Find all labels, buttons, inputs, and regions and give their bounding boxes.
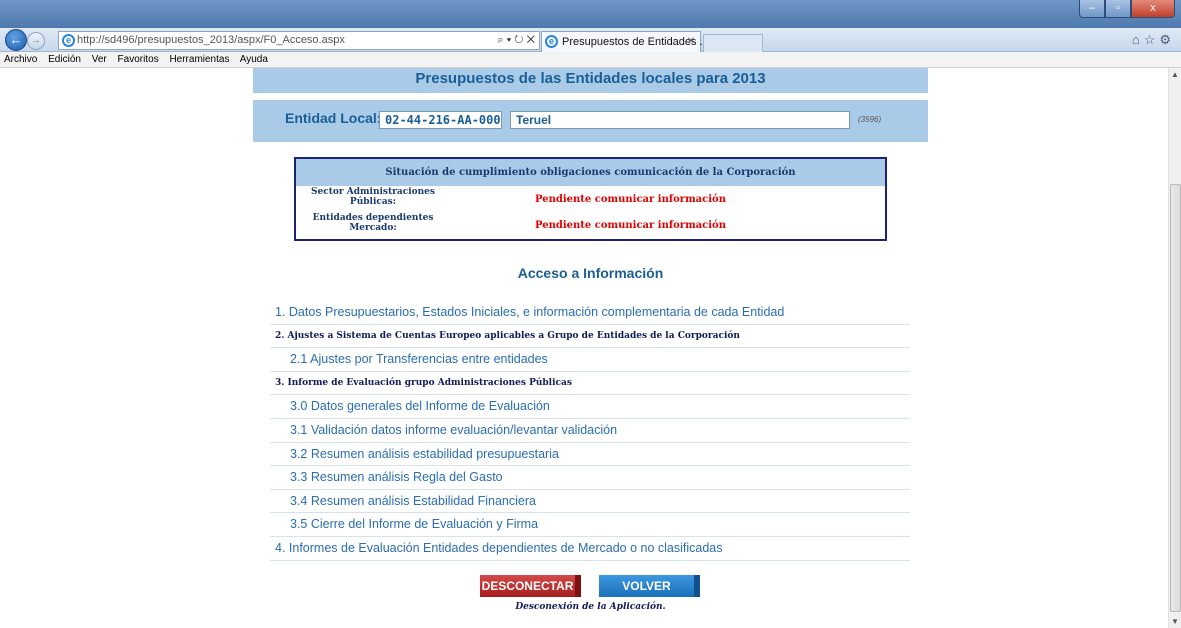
access-menu: 1. Datos Presupuestarios, Estados Inicia…: [270, 301, 910, 561]
navigation-bar: ← → e http://sd496/presupuestos_2013/asp…: [0, 28, 1181, 52]
ie-logo-icon: e: [62, 34, 75, 47]
star-icon[interactable]: ☆: [1144, 32, 1160, 47]
address-url: http://sd496/presupuestos_2013/aspx/F0_A…: [77, 34, 345, 46]
menu-item-3-4[interactable]: 3.4 Resumen análisis Estabilidad Financi…: [270, 490, 910, 514]
status-row: Sector Administraciones Públicas: Pendie…: [296, 186, 885, 212]
window-titlebar: – ▫ x: [0, 0, 1181, 28]
home-icon[interactable]: ⌂: [1132, 32, 1144, 47]
menu-item-3-5[interactable]: 3.5 Cierre del Informe de Evaluación y F…: [270, 513, 910, 537]
menu-item-3-3[interactable]: 3.3 Resumen análisis Regla del Gasto: [270, 466, 910, 490]
menu-item-3-2[interactable]: 3.2 Resumen análisis estabilidad presupu…: [270, 443, 910, 467]
section-heading-3: 3. Informe de Evaluación grupo Administr…: [270, 372, 910, 396]
menu-archivo[interactable]: Archivo: [4, 54, 37, 65]
menu-favoritos[interactable]: Favoritos: [118, 54, 159, 65]
menu-ver[interactable]: Ver: [92, 54, 107, 65]
scroll-down-icon[interactable]: ▼: [1171, 617, 1179, 626]
menu-item-3-1[interactable]: 3.1 Validación datos informe evaluación/…: [270, 419, 910, 443]
minimize-button[interactable]: –: [1079, 0, 1105, 18]
back-button[interactable]: VOLVER: [599, 575, 700, 597]
vertical-scrollbar[interactable]: ▲ ▼: [1168, 68, 1181, 628]
section-heading-2: 2. Ajustes a Sistema de Cuentas Europeo …: [270, 325, 910, 349]
status-value: Pendiente comunicar información: [535, 194, 726, 205]
status-label: Sector Administraciones Públicas:: [311, 187, 435, 207]
menu-item-3-0[interactable]: 3.0 Datos generales del Informe de Evalu…: [270, 395, 910, 419]
back-arrow-icon[interactable]: ←: [5, 29, 27, 51]
tab-close-icon[interactable]: ✕: [687, 32, 695, 52]
entity-label: Entidad Local:: [285, 110, 382, 126]
disconnect-button[interactable]: DESCONECTAR: [480, 575, 581, 597]
window-controls: – ▫ x: [1079, 0, 1175, 18]
entity-code-field: 02-44-216-AA-000: [379, 111, 502, 129]
entity-name-field: Teruel: [510, 111, 850, 129]
close-window-button[interactable]: x: [1131, 0, 1175, 18]
toolbar-icons: ⌂☆⚙: [1132, 32, 1175, 48]
scrollbar-thumb[interactable]: [1170, 184, 1181, 612]
address-bar[interactable]: e http://sd496/presupuestos_2013/aspx/F0…: [58, 31, 540, 50]
close-icon[interactable]: ✕: [527, 34, 535, 46]
menu-item-1[interactable]: 1. Datos Presupuestarios, Estados Inicia…: [270, 301, 910, 325]
menu-herramientas[interactable]: Herramientas: [169, 54, 229, 65]
menu-item-4[interactable]: 4. Informes de Evaluación Entidades depe…: [270, 537, 910, 561]
refresh-icon[interactable]: ↻: [514, 34, 523, 46]
maximize-button[interactable]: ▫: [1105, 0, 1131, 18]
section-title: Acceso a Información: [517, 265, 664, 281]
menu-ayuda[interactable]: Ayuda: [240, 54, 268, 65]
status-label: Entidades dependientes Mercado:: [312, 213, 434, 233]
status-header: Situación de cumplimiento obligaciones c…: [296, 159, 885, 186]
menu-item-2-1[interactable]: 2.1 Ajustes por Transferencias entre ent…: [270, 348, 910, 372]
page-title: Presupuestos de las Entidades locales pa…: [415, 70, 766, 87]
status-row: Entidades dependientes Mercado: Pendient…: [296, 212, 885, 238]
status-panel: Situación de cumplimiento obligaciones c…: [294, 157, 887, 241]
page-viewport: Presupuestos de las Entidades locales pa…: [0, 68, 1168, 628]
gear-icon[interactable]: ⚙: [1159, 32, 1175, 47]
status-value: Pendiente comunicar información: [535, 220, 726, 231]
forward-arrow-icon[interactable]: →: [27, 32, 45, 50]
entity-band: Entidad Local: 02-44-216-AA-000 Teruel (…: [253, 100, 928, 142]
scroll-up-icon[interactable]: ▲: [1171, 70, 1179, 79]
entity-id: (3596): [858, 115, 882, 124]
ie-logo-icon: e: [545, 35, 558, 48]
menu-bar: Archivo Edición Ver Favoritos Herramient…: [0, 52, 1181, 68]
new-tab-button[interactable]: [703, 34, 763, 52]
title-band: Presupuestos de las Entidades locales pa…: [253, 68, 928, 93]
disconnect-hint: Desconexión de la Aplicación.: [515, 602, 666, 612]
address-controls[interactable]: ⌕ ▾ ↻ ✕: [497, 32, 535, 49]
menu-edicion[interactable]: Edición: [48, 54, 81, 65]
search-icon[interactable]: ⌕: [497, 34, 503, 46]
browser-tab[interactable]: e Presupuestos de Entidades ... ✕: [541, 31, 709, 52]
